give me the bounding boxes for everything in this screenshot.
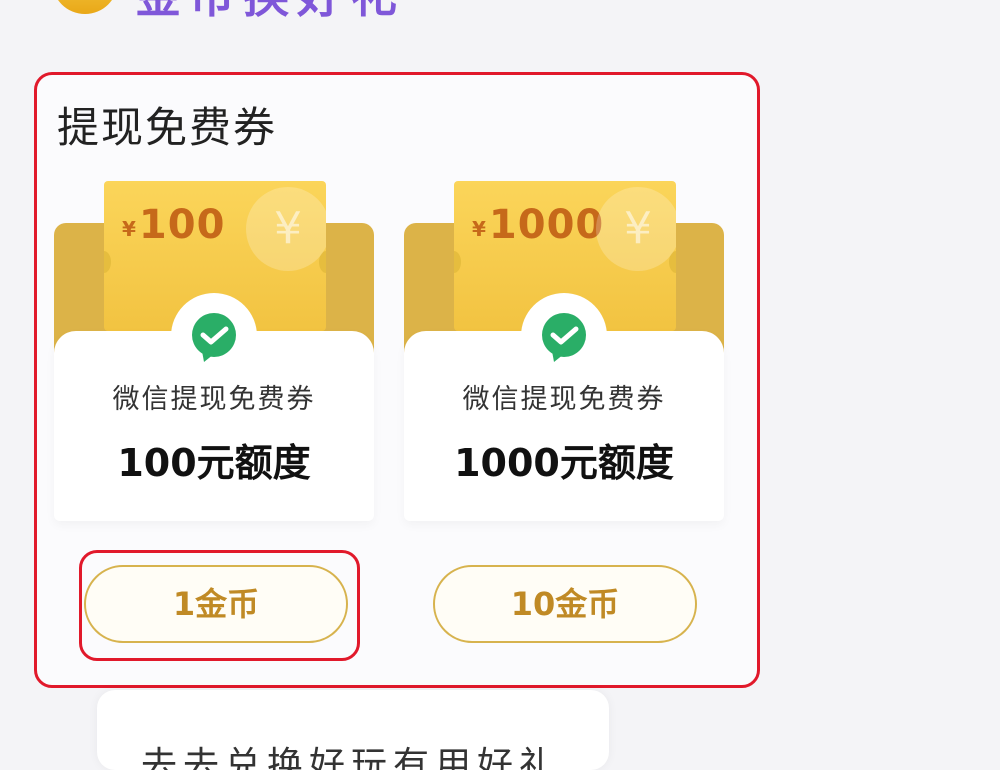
next-section-card: 去去兑换好玩有用好礼 <box>97 690 609 770</box>
voucher-amount: ¥1000 <box>472 202 605 248</box>
next-section-title: 去去兑换好玩有用好礼 <box>141 745 562 770</box>
yuan-coin-icon: ¥ <box>596 187 676 271</box>
page-title: 金币换好礼 <box>135 0 405 20</box>
voucher-amount: ¥100 <box>122 202 226 248</box>
voucher-quota: 100元额度 <box>117 441 311 485</box>
redeem-button-10-coin[interactable]: 10金币 <box>433 565 697 643</box>
panel-title: 提现免费券 <box>57 103 278 152</box>
top-header: 金币换好礼 <box>0 0 1000 20</box>
gold-coin-icon <box>52 0 118 14</box>
yuan-coin-icon: ¥ <box>246 187 326 271</box>
voucher-quota: 1000元额度 <box>454 441 674 485</box>
price-highlight-box <box>79 550 360 661</box>
wechat-icon <box>171 293 257 379</box>
voucher-subtitle: 微信提现免费券 <box>462 384 666 415</box>
voucher-card-1000[interactable]: ¥1000 ¥ 微信提现免费券 1000元额度 10金币 <box>404 181 724 661</box>
voucher-subtitle: 微信提现免费券 <box>112 384 316 415</box>
wechat-icon <box>521 293 607 379</box>
